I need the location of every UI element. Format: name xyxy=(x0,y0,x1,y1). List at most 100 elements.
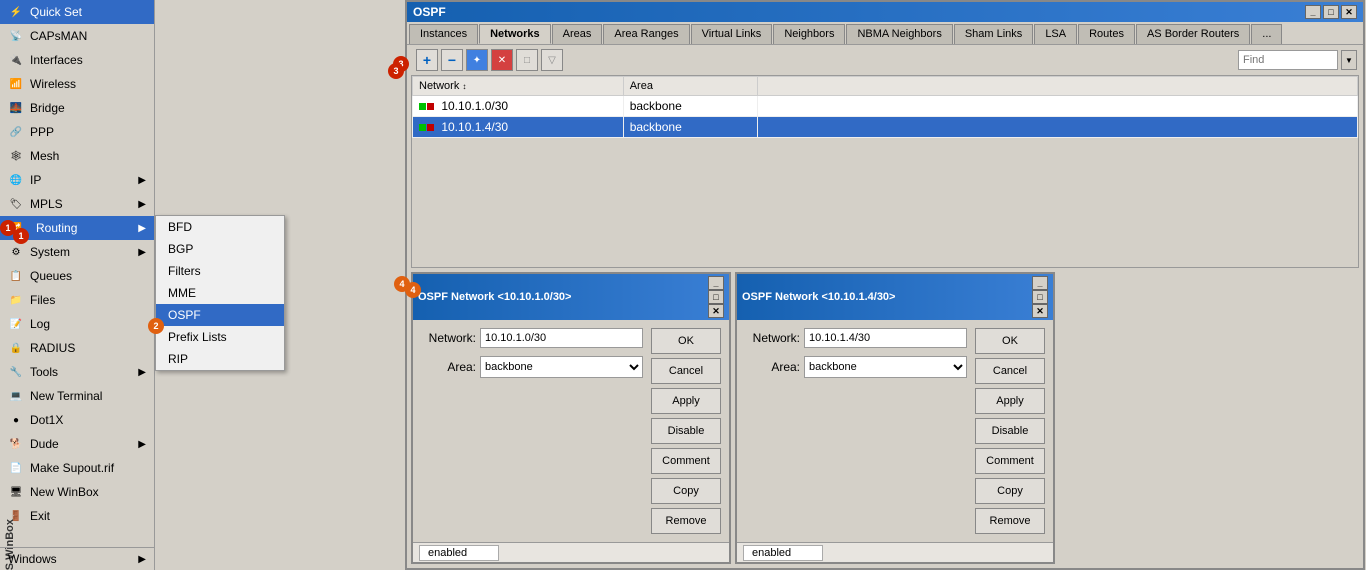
cancel-btn-2[interactable]: Cancel xyxy=(975,358,1045,384)
ip-arrow: ▶ xyxy=(138,175,146,186)
edit-button[interactable]: ✦ xyxy=(466,49,488,71)
tab-virtual-links[interactable]: Virtual Links xyxy=(691,24,773,44)
comment-btn-2[interactable]: Comment xyxy=(975,448,1045,474)
sidebar-label-exit: Exit xyxy=(30,509,50,523)
tab-as-border-routers[interactable]: AS Border Routers xyxy=(1136,24,1250,44)
sidebar-item-wireless[interactable]: 📶 Wireless xyxy=(0,72,154,96)
sidebar-item-mpls[interactable]: 🏷 MPLS ▶ xyxy=(0,192,154,216)
sidebar-item-new-winbox[interactable]: 🖥 New WinBox xyxy=(0,480,154,504)
sub-minimize-btn-2[interactable]: _ xyxy=(1032,276,1048,290)
sidebar-item-log[interactable]: 📝 Log xyxy=(0,312,154,336)
sidebar-label-tools: Tools xyxy=(30,365,58,379)
network-input-2[interactable] xyxy=(804,328,967,348)
filter-button[interactable]: ▽ xyxy=(541,49,563,71)
ok-btn-1[interactable]: OK xyxy=(651,328,721,354)
tab-routes[interactable]: Routes xyxy=(1078,24,1135,44)
form-row-area-2: Area: backbone xyxy=(745,356,967,378)
area-select-1[interactable]: backbone xyxy=(480,356,643,378)
context-menu-item-bgp[interactable]: BGP xyxy=(156,238,284,260)
sub-close-btn-2[interactable]: ✕ xyxy=(1032,304,1048,318)
cell-network-1: 10.10.1.0/30 xyxy=(413,96,624,117)
form-area-1: Network: Area: backbone xyxy=(421,328,643,534)
tab-more[interactable]: ... xyxy=(1251,24,1282,44)
ok-btn-2[interactable]: OK xyxy=(975,328,1045,354)
ospf-minimize-btn[interactable]: _ xyxy=(1305,5,1321,19)
tab-nbma-neighbors[interactable]: NBMA Neighbors xyxy=(846,24,952,44)
context-menu-item-mme[interactable]: MME xyxy=(156,282,284,304)
ospf-win-controls: _ □ ✕ xyxy=(1305,5,1357,19)
mpls-arrow: ▶ xyxy=(138,199,146,210)
tools-icon: 🔧 xyxy=(8,364,24,380)
sidebar-item-mesh[interactable]: 🕸 Mesh xyxy=(0,144,154,168)
find-input[interactable] xyxy=(1238,50,1338,70)
sidebar-label-routing-text: Routing xyxy=(36,221,77,235)
area-select-2[interactable]: backbone xyxy=(804,356,967,378)
remove-button[interactable]: − xyxy=(441,49,463,71)
sidebar-item-queues[interactable]: 📋 Queues xyxy=(0,264,154,288)
tab-instances[interactable]: Instances xyxy=(409,24,478,44)
sidebar-item-exit[interactable]: 🚪 Exit xyxy=(0,504,154,528)
find-dropdown-arrow[interactable]: ▼ xyxy=(1341,50,1357,70)
sidebar-item-ppp[interactable]: 🔗 PPP xyxy=(0,120,154,144)
tab-lsa[interactable]: LSA xyxy=(1034,24,1077,44)
tab-networks[interactable]: Networks xyxy=(479,24,551,44)
dot1x-icon: ● xyxy=(8,412,24,428)
context-menu-item-filters[interactable]: Filters xyxy=(156,260,284,282)
context-menu-item-rip[interactable]: RIP xyxy=(156,348,284,370)
form-row-network-2: Network: xyxy=(745,328,967,348)
sub-maximize-btn-2[interactable]: □ xyxy=(1032,290,1048,304)
interfaces-icon: 🔌 xyxy=(8,52,24,68)
sidebar-item-capsman[interactable]: 📡 CAPsMAN xyxy=(0,24,154,48)
disable-btn-1[interactable]: Disable xyxy=(651,418,721,444)
color-sq-2 xyxy=(419,124,434,131)
sidebar-item-new-terminal[interactable]: 💻 New Terminal xyxy=(0,384,154,408)
ospf-maximize-btn[interactable]: □ xyxy=(1323,5,1339,19)
cell-extra-2 xyxy=(758,117,1358,138)
cancel-button[interactable]: ✕ xyxy=(491,49,513,71)
copy-button[interactable]: □ xyxy=(516,49,538,71)
table-row[interactable]: 10.10.1.0/30 backbone xyxy=(413,96,1358,117)
apply-btn-2[interactable]: Apply xyxy=(975,388,1045,414)
tab-sham-links[interactable]: Sham Links xyxy=(954,24,1033,44)
ospf-close-btn[interactable]: ✕ xyxy=(1341,5,1357,19)
context-menu-item-prefix-lists[interactable]: Prefix Lists xyxy=(156,326,284,348)
col-extra xyxy=(758,77,1358,96)
sidebar-item-dude[interactable]: 🐕 Dude ▶ xyxy=(0,432,154,456)
tab-area-ranges[interactable]: Area Ranges xyxy=(603,24,689,44)
sidebar-item-make-supout[interactable]: 📄 Make Supout.rif xyxy=(0,456,154,480)
add-button[interactable]: + xyxy=(416,49,438,71)
table-row-selected[interactable]: 10.10.1.4/30 backbone xyxy=(413,117,1358,138)
routing-arrow: ▶ xyxy=(138,223,146,234)
network-input-1[interactable] xyxy=(480,328,643,348)
copy-btn-2[interactable]: Copy xyxy=(975,478,1045,504)
sidebar-label-mesh: Mesh xyxy=(30,149,59,163)
btn-col-2: OK Cancel Apply Disable Comment Copy Rem… xyxy=(975,328,1045,534)
sidebar-item-windows[interactable]: Windows ▶ xyxy=(0,547,154,570)
sub-titlebar-1: OSPF Network <10.10.1.0/30> _ □ ✕ xyxy=(413,274,729,320)
sq-red-2 xyxy=(427,124,434,131)
context-menu-item-ospf[interactable]: OSPF xyxy=(156,304,284,326)
sidebar-item-dot1x[interactable]: ● Dot1X xyxy=(0,408,154,432)
disable-btn-2[interactable]: Disable xyxy=(975,418,1045,444)
sidebar-item-ip[interactable]: 🌐 IP ▶ xyxy=(0,168,154,192)
comment-btn-1[interactable]: Comment xyxy=(651,448,721,474)
sub-close-btn-1[interactable]: ✕ xyxy=(708,304,724,318)
context-menu-item-bfd[interactable]: BFD xyxy=(156,216,284,238)
copy-btn-1[interactable]: Copy xyxy=(651,478,721,504)
tab-areas[interactable]: Areas xyxy=(552,24,603,44)
sidebar-label-ip: IP xyxy=(30,173,41,187)
sidebar-item-radius[interactable]: 🔒 RADIUS xyxy=(0,336,154,360)
sidebar-item-files[interactable]: 📁 Files xyxy=(0,288,154,312)
cancel-btn-1[interactable]: Cancel xyxy=(651,358,721,384)
sub-window-2: OSPF Network <10.10.1.4/30> _ □ ✕ Networ… xyxy=(735,272,1055,564)
remove-btn-1[interactable]: Remove xyxy=(651,508,721,534)
sidebar-item-tools[interactable]: 🔧 Tools ▶ xyxy=(0,360,154,384)
sub-maximize-btn-1[interactable]: □ xyxy=(708,290,724,304)
tab-neighbors[interactable]: Neighbors xyxy=(773,24,845,44)
sidebar-item-bridge[interactable]: 🌉 Bridge xyxy=(0,96,154,120)
remove-btn-2[interactable]: Remove xyxy=(975,508,1045,534)
sidebar-item-interfaces[interactable]: 🔌 Interfaces xyxy=(0,48,154,72)
sidebar-item-quickset[interactable]: ⚡ Quick Set xyxy=(0,0,154,24)
sub-minimize-btn-1[interactable]: _ xyxy=(708,276,724,290)
apply-btn-1[interactable]: Apply xyxy=(651,388,721,414)
